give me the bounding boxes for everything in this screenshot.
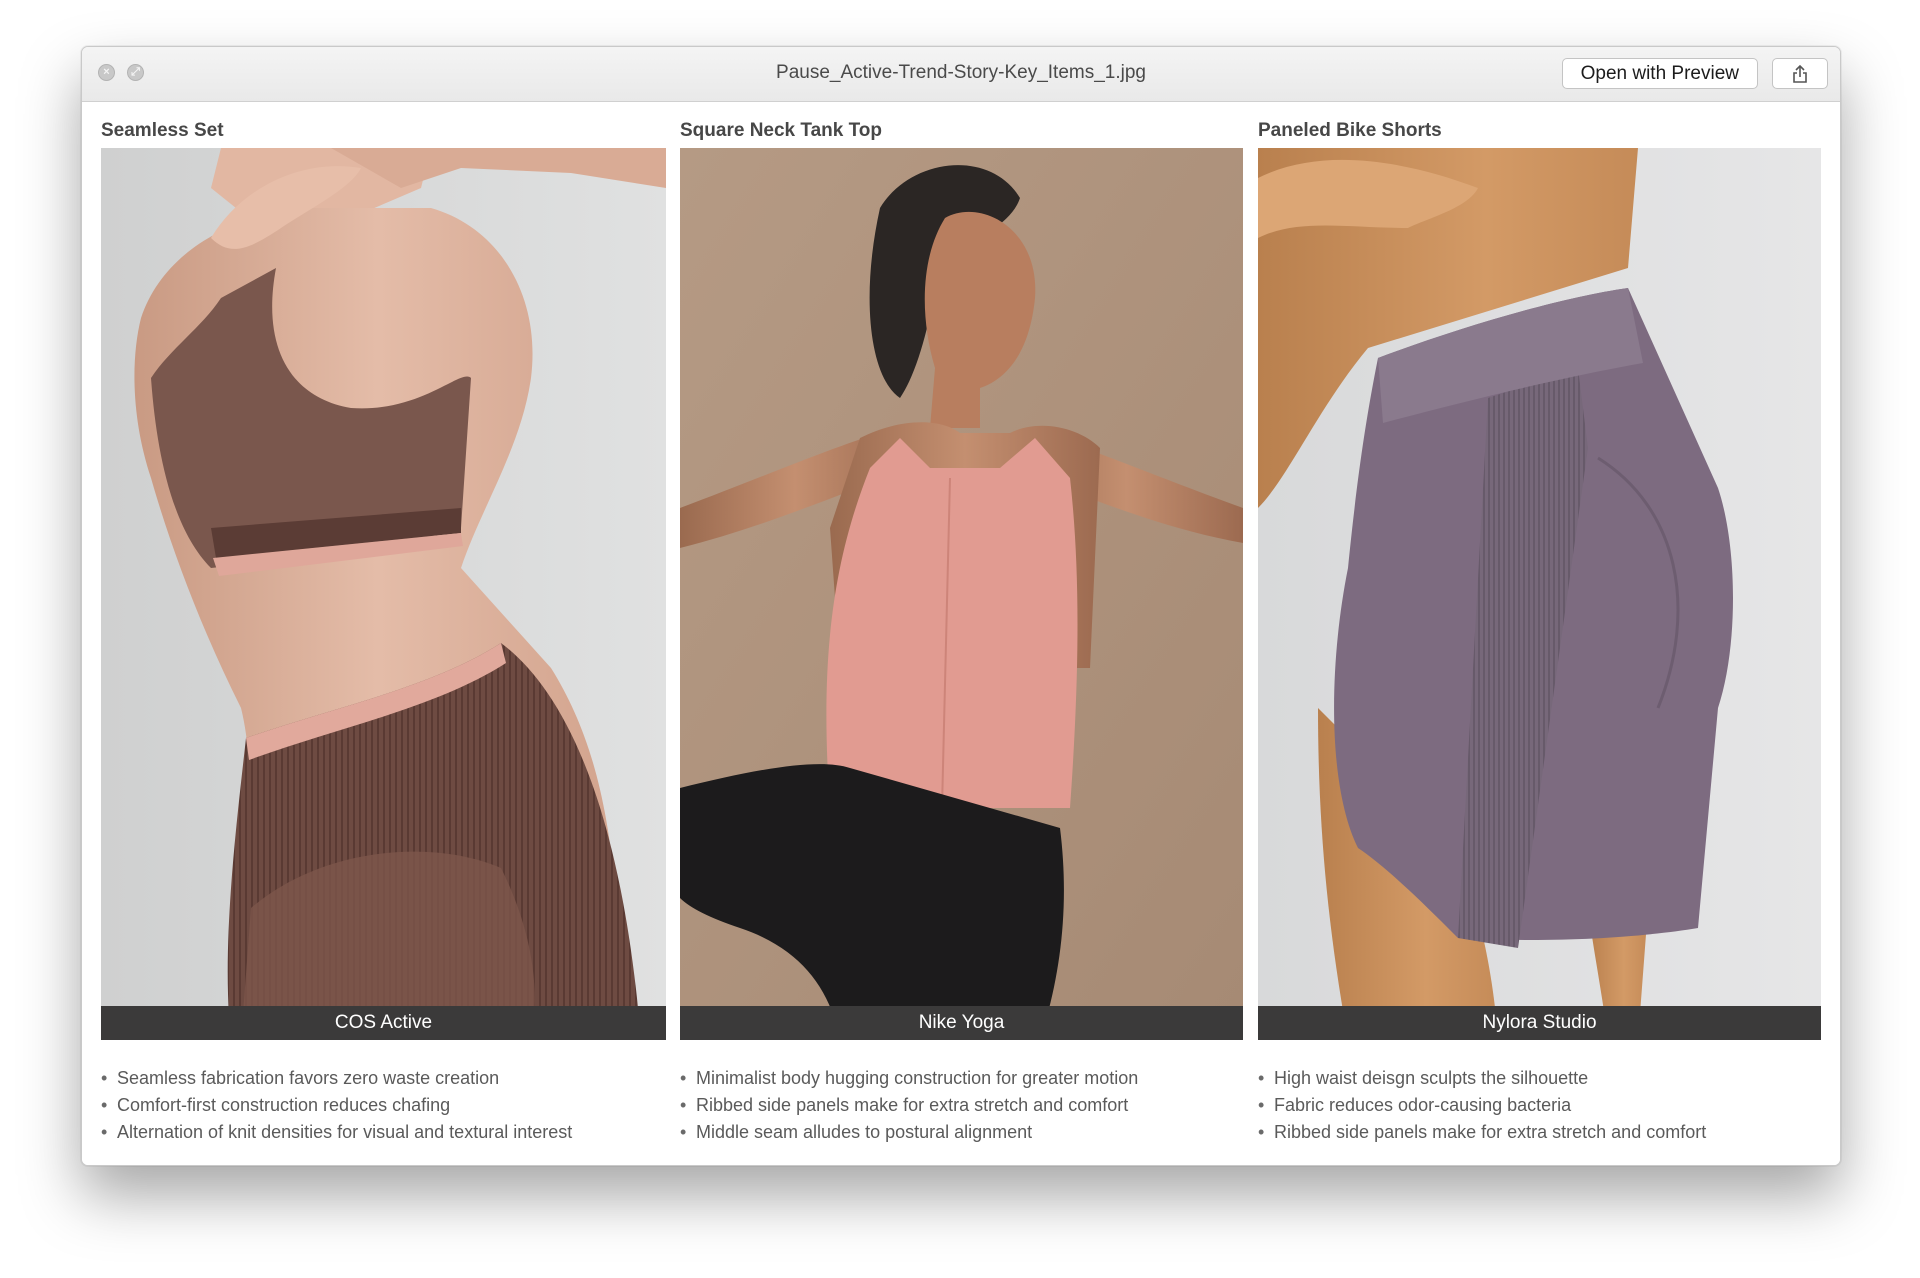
feature-item: Fabric reduces odor-causing bacteria [1258,1092,1706,1119]
item-title: Square Neck Tank Top [680,120,883,141]
feature-item: High waist deisgn sculpts the silhouette [1258,1065,1706,1092]
feature-item: Ribbed side panels make for extra stretc… [680,1092,1138,1119]
brand-caption: Nike Yoga [680,1006,1243,1040]
open-with-preview-button[interactable]: Open with Preview [1561,58,1758,89]
product-photo: COS Active [101,148,666,1040]
share-icon [1793,64,1807,83]
title-bar: × ⤢ Pause_Active-Trend-Story-Key_Items_1… [82,47,1840,102]
product-photo: Nylora Studio [1258,148,1821,1040]
brand-caption: Nylora Studio [1258,1006,1821,1040]
feature-item: Comfort-first construction reduces chafi… [101,1092,572,1119]
feature-item: Ribbed side panels make for extra stretc… [1258,1119,1706,1146]
feature-list: Seamless fabrication favors zero waste c… [101,1065,572,1146]
photo-square-neck-tank [680,148,1243,1040]
brand-caption: COS Active [101,1006,666,1040]
share-button[interactable] [1772,58,1828,89]
photo-paneled-bike-shorts [1258,148,1821,1040]
item-title: Seamless Set [101,120,224,141]
feature-item: Alternation of knit densities for visual… [101,1119,572,1146]
photo-seamless-set [101,148,666,1040]
feature-list: Minimalist body hugging construction for… [680,1065,1138,1146]
product-photo: Nike Yoga [680,148,1243,1040]
feature-item: Middle seam alludes to postural alignmen… [680,1119,1138,1146]
item-title: Paneled Bike Shorts [1258,120,1442,141]
quicklook-window: × ⤢ Pause_Active-Trend-Story-Key_Items_1… [81,46,1841,1166]
feature-item: Minimalist body hugging construction for… [680,1065,1138,1092]
feature-item: Seamless fabrication favors zero waste c… [101,1065,572,1092]
feature-list: High waist deisgn sculpts the silhouette… [1258,1065,1706,1146]
preview-content: Seamless Set COS Active • Seamless fabri… [82,102,1840,1165]
